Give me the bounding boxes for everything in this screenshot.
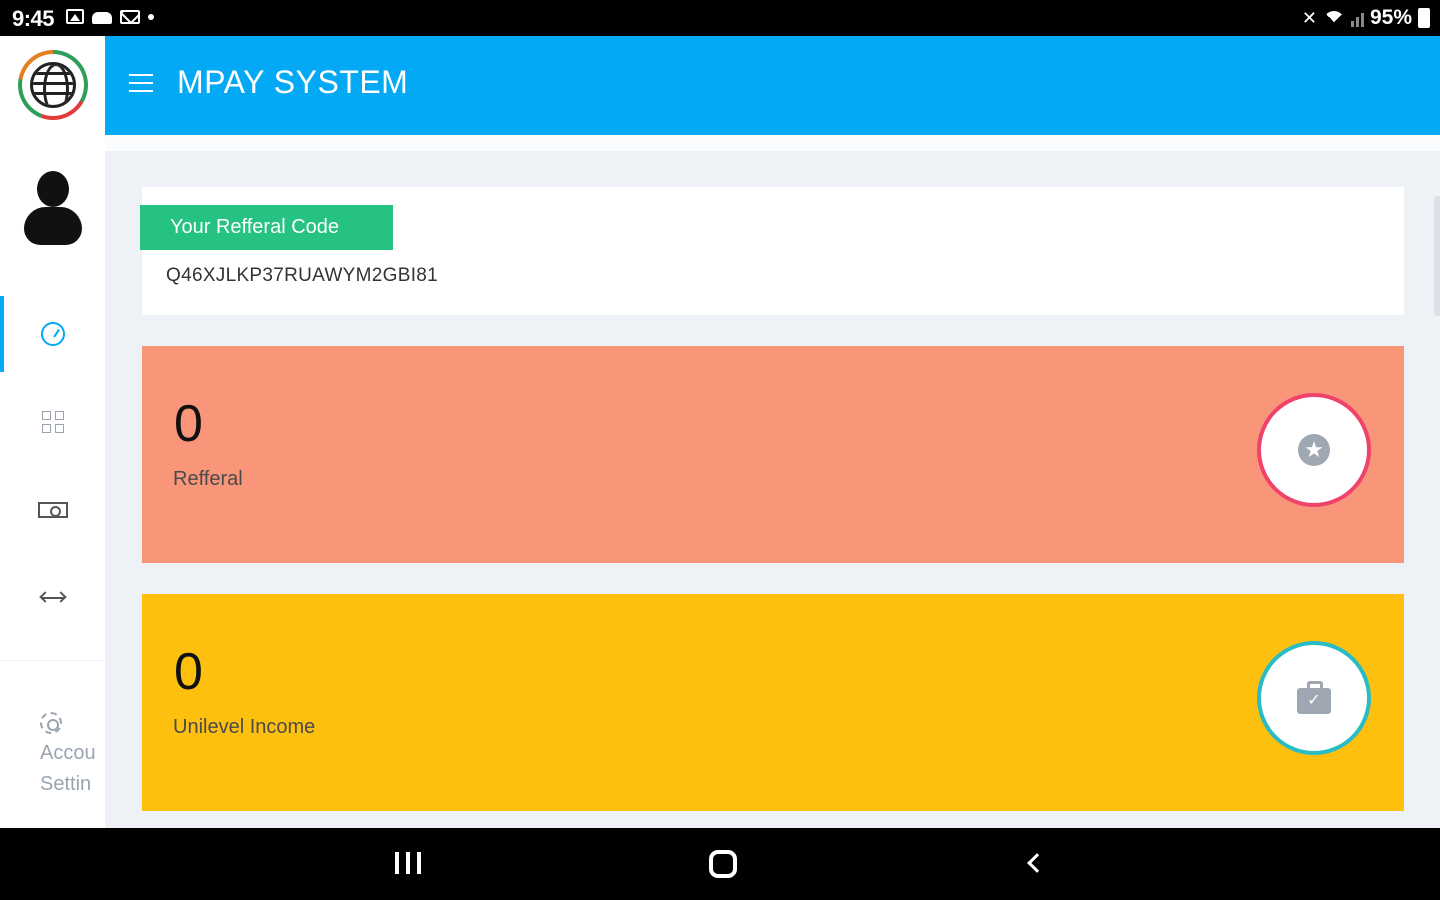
sidebar-item-transfer[interactable] xyxy=(0,560,105,636)
stat-label: Unilevel Income xyxy=(173,716,316,738)
status-bar: 9:45 ✕ 95% xyxy=(0,0,1440,36)
cloud-icon xyxy=(92,12,112,24)
avatar[interactable] xyxy=(24,171,82,247)
money-icon xyxy=(37,502,68,518)
sidebar-item-dashboard[interactable] xyxy=(0,296,105,372)
sidebar-item-account-settings[interactable]: Accou Settin xyxy=(40,712,105,800)
avatar-head xyxy=(37,171,69,207)
system-nav-bar xyxy=(0,828,1440,900)
sidebar: Accou Settin xyxy=(0,36,105,828)
unilevel-income-stat-card[interactable]: 0 Unilevel Income ✓ xyxy=(142,594,1404,811)
back-icon[interactable] xyxy=(1027,853,1047,873)
sidebar-divider xyxy=(0,660,105,661)
referral-code-badge: Your Refferal Code xyxy=(140,205,393,250)
sidebar-item-grid[interactable] xyxy=(0,384,105,460)
signal-icon xyxy=(1350,9,1364,27)
scrollbar[interactable] xyxy=(1434,196,1440,316)
status-time: 9:45 xyxy=(12,6,55,31)
stat-label: Refferal xyxy=(173,468,243,490)
home-icon[interactable] xyxy=(709,850,737,878)
settings-label-line2: Settin xyxy=(40,773,92,795)
status-system-icons: ✕ 95% xyxy=(1302,6,1430,30)
logo xyxy=(18,50,88,120)
gear-icon xyxy=(40,712,62,734)
mail-icon xyxy=(120,9,140,24)
stat-icon-circle: ★ xyxy=(1257,393,1371,507)
referral-code-value[interactable]: Q46XJLKP37RUAWYM2GBI81 xyxy=(166,265,438,287)
grid-icon xyxy=(41,411,64,433)
dot-icon xyxy=(148,13,154,20)
mute-icon: ✕ xyxy=(1301,7,1317,28)
referral-code-card: Your Refferal Code Q46XJLKP37RUAWYM2GBI8… xyxy=(140,187,1404,315)
status-notification-icons xyxy=(66,9,154,24)
briefcase-icon: ✓ xyxy=(1297,681,1331,714)
app-title: MPAY SYSTEM xyxy=(177,64,409,100)
avatar-body xyxy=(24,207,82,245)
star-icon: ★ xyxy=(1298,434,1330,466)
logo-area[interactable] xyxy=(0,36,105,136)
stat-icon-circle: ✓ xyxy=(1257,641,1371,755)
transfer-icon xyxy=(40,597,65,599)
battery-level: 95% xyxy=(1369,6,1412,29)
settings-label-line1: Accou xyxy=(40,742,96,764)
referral-stat-card[interactable]: 0 Refferal ★ xyxy=(142,346,1404,563)
battery-icon xyxy=(1418,8,1430,28)
image-icon xyxy=(66,9,84,24)
stat-value: 0 xyxy=(174,643,203,701)
menu-icon[interactable] xyxy=(129,74,153,92)
app-header: MPAY SYSTEM xyxy=(105,36,1440,135)
globe-icon xyxy=(30,62,76,108)
wifi-icon xyxy=(1322,9,1345,27)
sidebar-item-money[interactable] xyxy=(0,472,105,548)
dashboard-icon xyxy=(40,322,65,346)
header-strip xyxy=(105,135,1440,151)
recent-apps-icon[interactable] xyxy=(395,852,421,874)
stat-value: 0 xyxy=(174,395,203,453)
app-window: Accou Settin MPAY SYSTEM Your Refferal C… xyxy=(0,36,1440,828)
